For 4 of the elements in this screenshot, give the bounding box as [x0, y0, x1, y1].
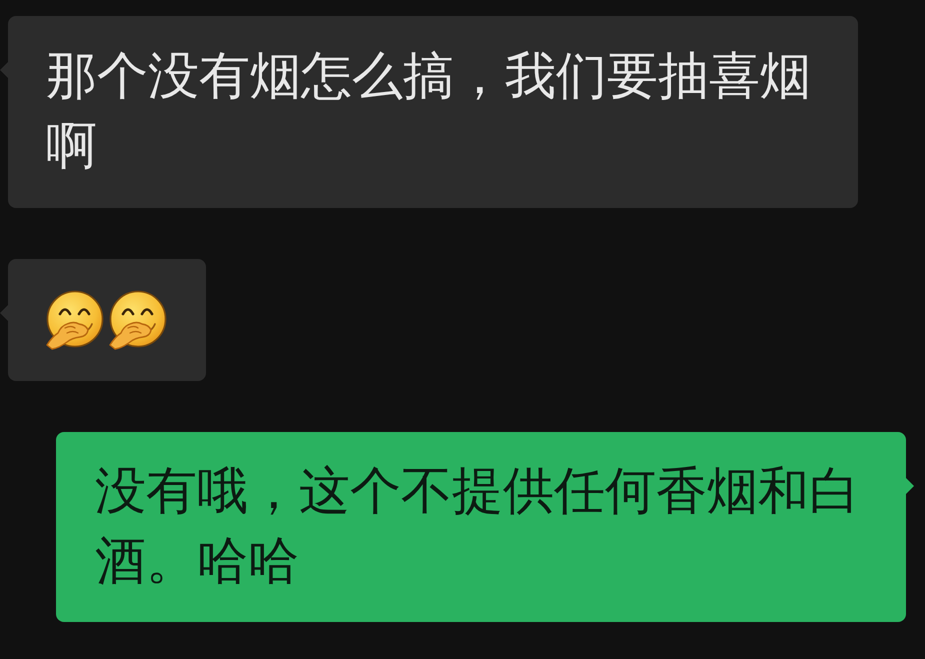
- message-text: 没有哦，这个不提供任何香烟和白酒。哈哈: [94, 461, 861, 593]
- face-hand-over-mouth-icon: [44, 290, 104, 350]
- message-text: 那个没有烟怎么搞，我们要抽喜烟啊: [46, 46, 812, 178]
- face-hand-over-mouth-icon: [107, 290, 167, 350]
